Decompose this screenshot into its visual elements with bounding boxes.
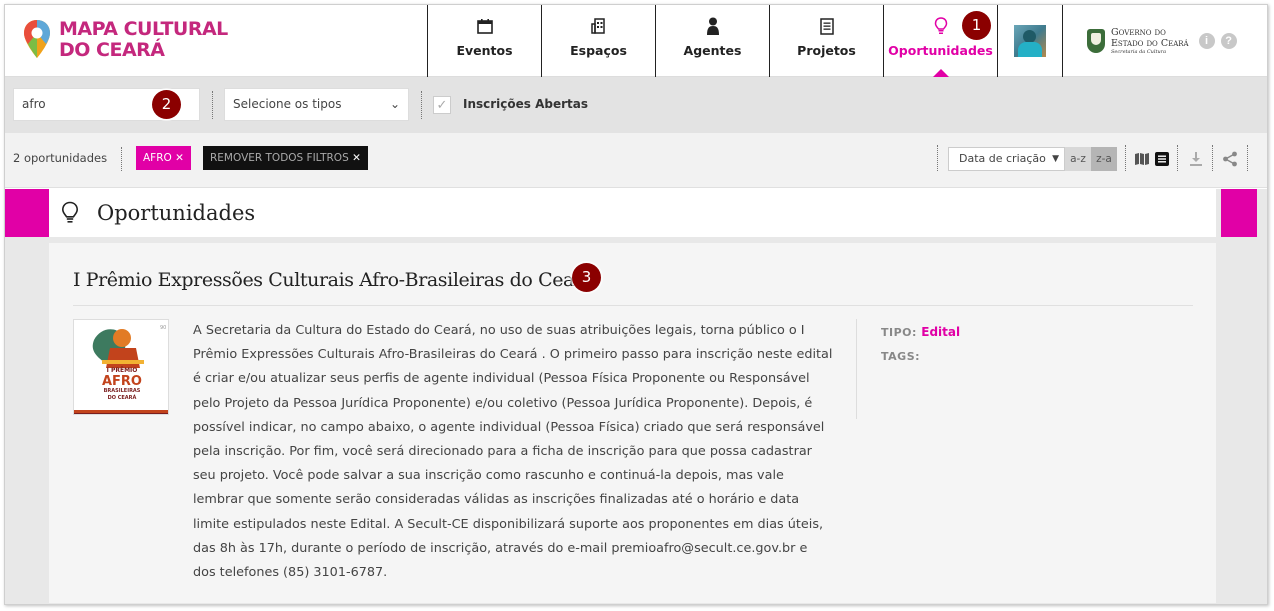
building-icon bbox=[590, 17, 607, 35]
section-title: Oportunidades bbox=[97, 201, 256, 225]
lightbulb-icon bbox=[934, 17, 948, 35]
meta-tags: TAGS: bbox=[881, 350, 920, 363]
section-accent-right bbox=[1221, 189, 1257, 237]
svg-text:90: 90 bbox=[160, 325, 166, 331]
annotation-marker-2: 2 bbox=[152, 90, 181, 119]
nav-label: Espaços bbox=[570, 43, 627, 58]
help-icon[interactable]: ? bbox=[1220, 33, 1237, 49]
chip-label: REMOVER TODOS FILTROS bbox=[210, 152, 349, 164]
results-count: 2 oportunidades bbox=[13, 151, 108, 165]
tipo-value[interactable]: Edital bbox=[921, 325, 960, 339]
toolbar-divider bbox=[1247, 145, 1248, 171]
map-pin-logo-icon bbox=[23, 19, 51, 59]
download-icon bbox=[1190, 152, 1202, 166]
meta-divider bbox=[856, 319, 857, 419]
annotation-marker-3: 3 bbox=[572, 263, 601, 292]
info-icon[interactable]: i bbox=[1198, 33, 1215, 49]
toolbar-divider bbox=[1125, 145, 1126, 171]
gov-line-3: Secretaria da Cultura bbox=[1111, 49, 1167, 55]
nav-label: Oportunidades bbox=[888, 43, 993, 58]
section-header: Oportunidades bbox=[49, 189, 1216, 237]
nav-espacos[interactable]: Espaços bbox=[541, 5, 655, 77]
opportunity-description: A Secretaria da Cultura do Estado do Cea… bbox=[193, 323, 833, 581]
opportunity-thumbnail[interactable]: 90 I PRÊMIO AFRO BRASILEIRAS DO CEARÁ bbox=[73, 319, 169, 415]
nav-label: Projetos bbox=[797, 43, 856, 58]
close-icon[interactable]: ✕ bbox=[352, 152, 361, 164]
card-divider bbox=[73, 305, 1193, 306]
tipo-label: TIPO: bbox=[881, 326, 917, 339]
download-button[interactable] bbox=[1184, 147, 1208, 171]
chevron-down-icon: ⌄ bbox=[389, 97, 400, 111]
sort-za-button[interactable]: z-a bbox=[1091, 147, 1117, 171]
main-nav: Eventos Espaços Agentes Projetos Oportun… bbox=[427, 5, 1262, 77]
results-divider bbox=[121, 147, 122, 171]
sort-select[interactable]: Data de criação ▼ bbox=[948, 147, 1065, 171]
main-content: Oportunidades I Prêmio Expressões Cultur… bbox=[5, 189, 1267, 604]
chip-label: AFRO bbox=[143, 152, 172, 164]
results-bar: 2 oportunidades AFRO ✕ REMOVER TODOS FIL… bbox=[5, 133, 1267, 188]
sort-label: Data de criação bbox=[959, 152, 1046, 165]
nav-eventos[interactable]: Eventos bbox=[427, 5, 541, 77]
filter-chip-afro[interactable]: AFRO ✕ bbox=[136, 146, 191, 170]
avatar[interactable] bbox=[1014, 25, 1046, 57]
government-brand: Governo do Estado do Ceará Secretaria da… bbox=[1062, 5, 1262, 77]
toolbar-divider bbox=[937, 145, 938, 171]
share-button[interactable] bbox=[1218, 147, 1242, 171]
gov-line-1: Governo do bbox=[1111, 27, 1166, 38]
nav-agentes[interactable]: Agentes bbox=[655, 5, 769, 77]
share-icon bbox=[1223, 151, 1237, 167]
nav-label: Eventos bbox=[456, 43, 513, 58]
caret-down-icon: ▼ bbox=[1052, 154, 1059, 164]
filter-bar: afro Selecione os tipos ⌄ ✓ Inscrições A… bbox=[5, 77, 1267, 133]
svg-text:DO CEARÁ: DO CEARÁ bbox=[108, 394, 137, 401]
close-icon[interactable]: ✕ bbox=[175, 152, 184, 164]
tags-label: TAGS: bbox=[881, 350, 921, 363]
calendar-icon bbox=[476, 17, 493, 35]
nav-label: Agentes bbox=[683, 43, 742, 58]
annotation-marker-1: 1 bbox=[962, 11, 991, 40]
logo-line-2: DO CEARÁ bbox=[59, 39, 165, 61]
opportunity-card: I Prêmio Expressões Culturais Afro-Brasi… bbox=[49, 243, 1216, 603]
document-icon bbox=[819, 17, 834, 35]
section-accent-left bbox=[5, 189, 49, 237]
svg-text:AFRO: AFRO bbox=[102, 374, 142, 389]
person-icon bbox=[706, 17, 720, 35]
clear-filters-chip[interactable]: REMOVER TODOS FILTROS ✕ bbox=[203, 146, 368, 170]
logo-line-1: MAPA CULTURAL bbox=[59, 18, 228, 40]
filter-divider bbox=[212, 91, 213, 119]
opportunity-title[interactable]: I Prêmio Expressões Culturais Afro-Brasi… bbox=[73, 269, 594, 291]
types-select[interactable]: Selecione os tipos ⌄ bbox=[224, 88, 409, 121]
open-registrations-label[interactable]: Inscrições Abertas bbox=[463, 97, 588, 111]
svg-text:I PRÊMIO: I PRÊMIO bbox=[107, 366, 138, 374]
filter-divider bbox=[421, 91, 422, 119]
map-icon bbox=[1135, 153, 1149, 165]
sort-az-button[interactable]: a-z bbox=[1065, 147, 1091, 171]
toolbar-divider bbox=[1212, 145, 1213, 171]
lightbulb-icon bbox=[61, 201, 79, 223]
types-placeholder: Selecione os tipos bbox=[233, 97, 342, 111]
user-menu[interactable] bbox=[998, 5, 1062, 77]
svg-text:BRASILEIRAS: BRASILEIRAS bbox=[104, 388, 141, 394]
open-registrations-checkbox[interactable]: ✓ bbox=[433, 96, 451, 114]
top-header: MAPA CULTURAL DO CEARÁ Eventos Espaços A… bbox=[5, 5, 1267, 77]
site-logo[interactable]: MAPA CULTURAL DO CEARÁ bbox=[23, 19, 228, 61]
list-icon bbox=[1155, 152, 1169, 166]
nav-projetos[interactable]: Projetos bbox=[769, 5, 883, 77]
app-window: MAPA CULTURAL DO CEARÁ Eventos Espaços A… bbox=[4, 4, 1268, 605]
toolbar-divider bbox=[1177, 145, 1178, 171]
list-view-button[interactable] bbox=[1150, 147, 1174, 171]
state-crest-icon bbox=[1087, 29, 1105, 53]
meta-tipo: TIPO: Edital bbox=[881, 325, 960, 339]
gov-line-2: Estado do Ceará bbox=[1111, 38, 1189, 49]
